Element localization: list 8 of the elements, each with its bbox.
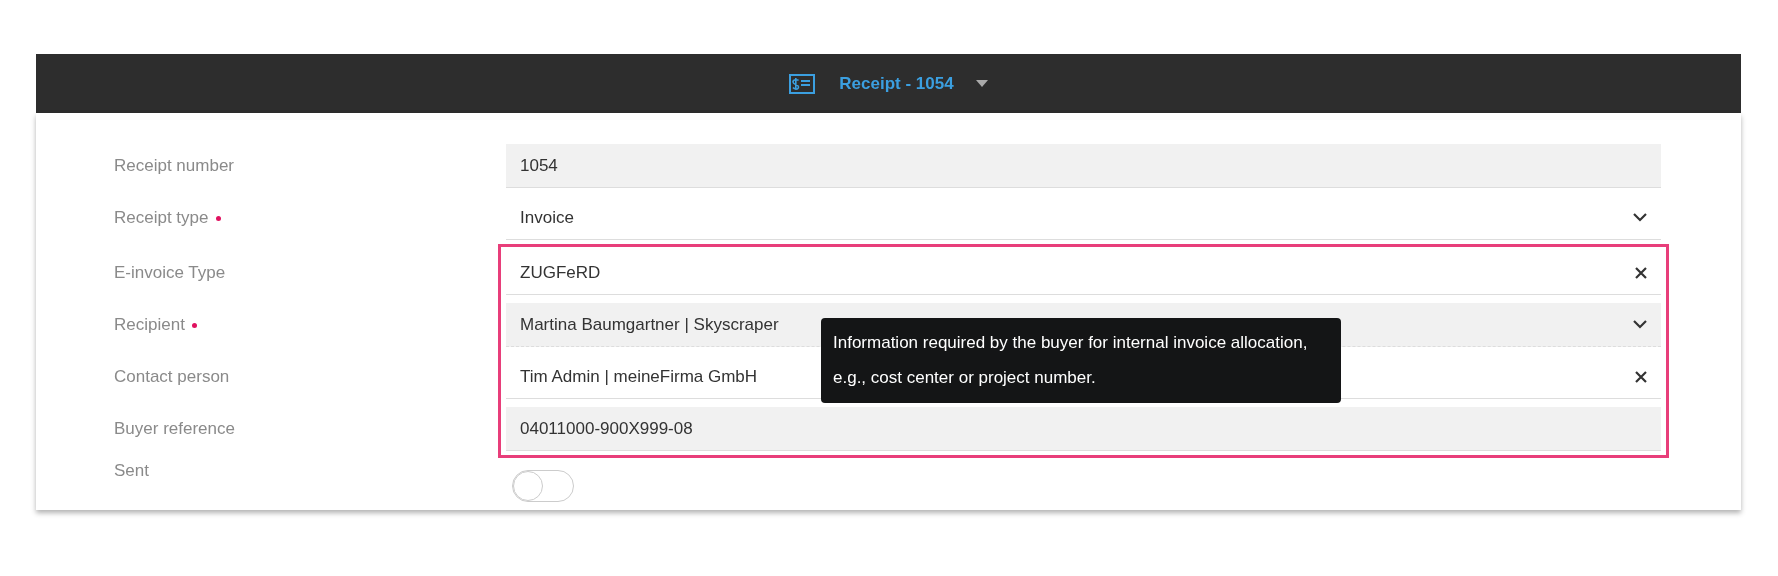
- field-label: Recipient: [114, 315, 185, 335]
- field-label: Receipt type: [114, 208, 209, 228]
- tooltip: Information required by the buyer for internal invoice allocation, e.g., cost center or project number.: [821, 318, 1341, 403]
- field-label: Receipt number: [114, 156, 234, 176]
- field-label: E-invoice Type: [114, 263, 226, 283]
- field-label: Contact person: [114, 367, 230, 387]
- field-label: Sent: [114, 461, 149, 480]
- field-label: Buyer reference: [114, 419, 235, 439]
